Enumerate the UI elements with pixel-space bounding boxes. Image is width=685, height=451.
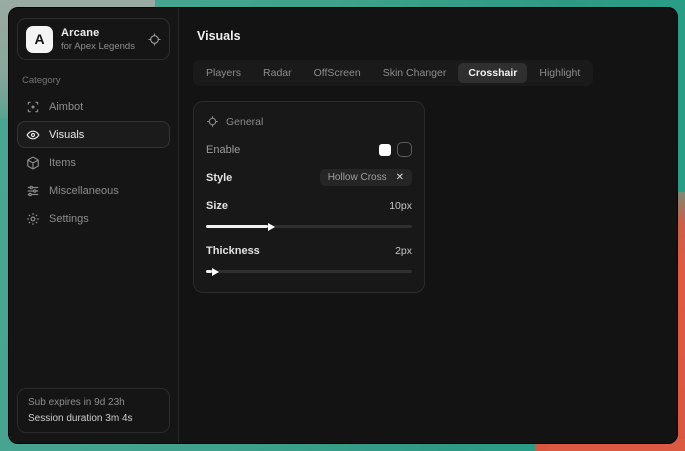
panel-header: General xyxy=(206,115,414,128)
thickness-slider[interactable] xyxy=(206,270,412,273)
enable-row: Enable xyxy=(206,142,412,157)
page-title: Visuals xyxy=(197,29,663,43)
subscription-status-card: Sub expires in 9d 23h Session duration 3… xyxy=(17,388,170,433)
sidebar-item-miscellaneous[interactable]: Miscellaneous xyxy=(17,177,170,204)
enable-controls xyxy=(379,142,412,157)
eye-icon xyxy=(26,128,40,142)
app-logo: A xyxy=(26,26,53,53)
crosshair-scan-icon xyxy=(26,100,40,114)
size-row: Size 10px xyxy=(206,198,412,213)
size-slider-thumb[interactable] xyxy=(268,223,275,231)
thickness-row: Thickness 2px xyxy=(206,243,412,258)
main-content: Visuals Players Radar OffScreen Skin Cha… xyxy=(179,8,677,443)
sidebar-item-label: Items xyxy=(49,157,76,169)
size-slider[interactable] xyxy=(206,225,412,228)
thickness-slider-thumb[interactable] xyxy=(212,268,219,276)
sidebar-item-label: Aimbot xyxy=(49,101,83,113)
tab-crosshair[interactable]: Crosshair xyxy=(458,63,527,83)
app-logo-letter: A xyxy=(34,31,44,47)
tab-offscreen[interactable]: OffScreen xyxy=(304,63,371,83)
style-select[interactable]: Hollow Cross ✕ xyxy=(320,169,412,186)
sidebar-item-visuals[interactable]: Visuals xyxy=(17,121,170,148)
sub-expires-text: Sub expires in 9d 23h xyxy=(28,397,159,408)
arcane-cheat-menu-window: A Arcane for Apex Legends Category A xyxy=(8,7,678,444)
sidebar-nav: Aimbot Visuals Items xyxy=(17,93,170,232)
tab-players[interactable]: Players xyxy=(196,63,251,83)
clear-selection-icon[interactable]: ✕ xyxy=(396,172,404,183)
app-subtitle: for Apex Legends xyxy=(61,41,135,52)
session-duration-text: Session duration 3m 4s xyxy=(28,413,159,424)
sliders-icon xyxy=(26,184,40,198)
sidebar: A Arcane for Apex Legends Category A xyxy=(9,8,179,443)
thickness-value: 2px xyxy=(395,245,412,257)
sidebar-item-items[interactable]: Items xyxy=(17,149,170,176)
package-icon xyxy=(26,156,40,170)
sidebar-item-settings[interactable]: Settings xyxy=(17,205,170,232)
sidebar-item-label: Settings xyxy=(49,213,89,225)
thickness-label: Thickness xyxy=(206,245,260,257)
crosshair-target-icon[interactable] xyxy=(148,33,161,46)
general-panel: General Enable Style Hollow Cross ✕ Size… xyxy=(193,101,425,293)
sidebar-item-label: Miscellaneous xyxy=(49,185,119,197)
tab-skin-changer[interactable]: Skin Changer xyxy=(373,63,457,83)
size-label: Size xyxy=(206,200,228,212)
crosshair-icon xyxy=(206,115,219,128)
gear-icon xyxy=(26,212,40,226)
sidebar-item-aimbot[interactable]: Aimbot xyxy=(17,93,170,120)
tab-bar: Players Radar OffScreen Skin Changer Cro… xyxy=(193,60,593,86)
style-row: Style Hollow Cross ✕ xyxy=(206,169,412,186)
sidebar-item-label: Visuals xyxy=(49,129,84,141)
style-label: Style xyxy=(206,172,232,184)
tab-radar[interactable]: Radar xyxy=(253,63,302,83)
enable-checkbox[interactable] xyxy=(379,144,391,156)
size-value: 10px xyxy=(389,200,412,212)
panel-title: General xyxy=(226,116,263,128)
brand-text: Arcane for Apex Legends xyxy=(61,27,135,52)
brand-card: A Arcane for Apex Legends xyxy=(17,18,170,60)
app-name: Arcane xyxy=(61,27,135,39)
style-selected-value: Hollow Cross xyxy=(328,172,387,183)
size-slider-fill xyxy=(206,225,268,228)
category-label: Category xyxy=(22,75,165,86)
tab-highlight[interactable]: Highlight xyxy=(529,63,590,83)
enable-label: Enable xyxy=(206,144,240,156)
enable-keybind-box[interactable] xyxy=(397,142,412,157)
